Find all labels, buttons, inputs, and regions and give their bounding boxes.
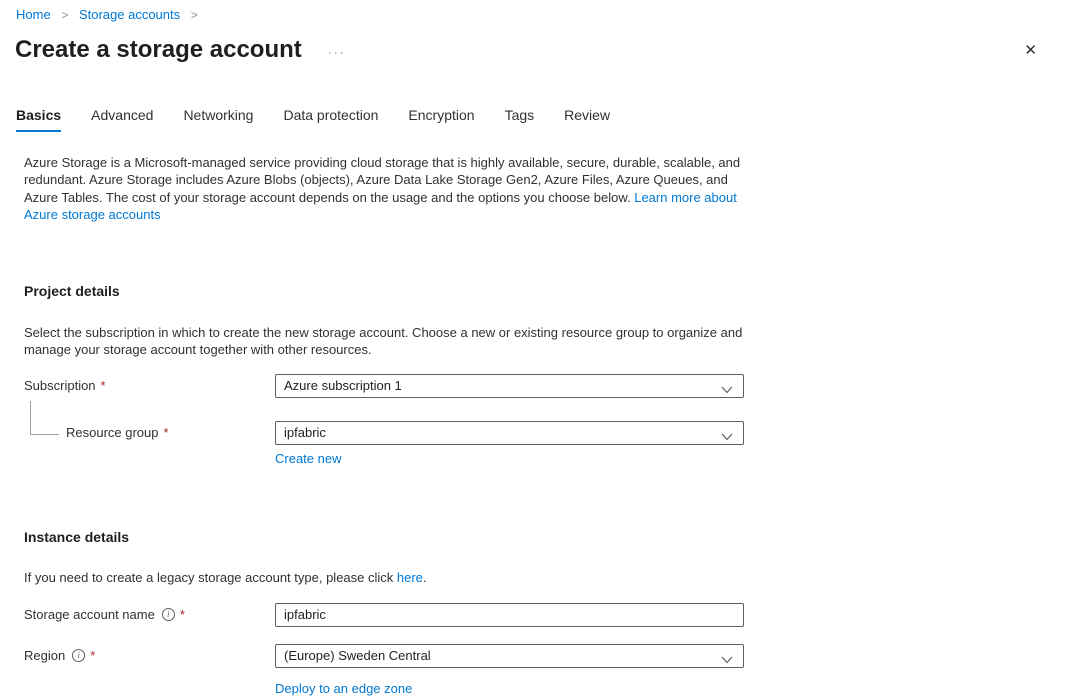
deploy-edge-zone-link[interactable]: Deploy to an edge zone xyxy=(275,681,412,696)
instance-details-heading: Instance details xyxy=(24,529,1065,545)
region-dropdown[interactable]: (Europe) Sweden Central xyxy=(275,644,744,668)
resource-group-connector-line xyxy=(30,401,59,435)
legacy-note-text: If you need to create a legacy storage a… xyxy=(24,570,397,585)
legacy-note-period: . xyxy=(423,570,427,585)
subscription-dropdown[interactable]: Azure subscription 1 xyxy=(275,374,744,398)
breadcrumb-storage-accounts[interactable]: Storage accounts xyxy=(79,7,180,22)
info-icon[interactable]: i xyxy=(162,608,175,621)
project-details-heading: Project details xyxy=(24,283,1065,299)
tab-review[interactable]: Review xyxy=(564,107,610,132)
more-options-icon[interactable]: ··· xyxy=(328,45,346,59)
breadcrumb-separator-icon: > xyxy=(61,8,68,22)
subscription-field-row: Subscription * Azure subscription 1 xyxy=(24,374,1065,398)
intro-text: Azure Storage is a Microsoft-managed ser… xyxy=(24,154,746,223)
tab-advanced[interactable]: Advanced xyxy=(91,107,153,132)
tab-basics[interactable]: Basics xyxy=(16,107,61,132)
required-marker: * xyxy=(90,648,95,663)
region-label-text: Region xyxy=(24,648,65,663)
breadcrumb: Home > Storage accounts > xyxy=(0,0,1065,23)
project-details-description: Select the subscription in which to crea… xyxy=(24,324,746,359)
tab-tags[interactable]: Tags xyxy=(505,107,535,132)
storage-account-name-field-row: Storage account name i * xyxy=(24,603,1065,627)
tab-data-protection[interactable]: Data protection xyxy=(283,107,378,132)
required-marker: * xyxy=(164,425,169,440)
resource-group-label: Resource group * xyxy=(24,425,275,440)
info-icon[interactable]: i xyxy=(72,649,85,662)
chevron-down-icon xyxy=(721,429,733,444)
chevron-down-icon xyxy=(721,652,733,667)
page-header: Create a storage account ··· ✕ xyxy=(15,35,1041,65)
breadcrumb-separator-icon: > xyxy=(191,8,198,22)
subscription-label-text: Subscription xyxy=(24,378,96,393)
tab-networking[interactable]: Networking xyxy=(183,107,253,132)
basics-tab-content: Azure Storage is a Microsoft-managed ser… xyxy=(0,132,1065,696)
tab-encryption[interactable]: Encryption xyxy=(408,107,474,132)
create-new-resource-group-link[interactable]: Create new xyxy=(275,451,341,466)
required-marker: * xyxy=(180,607,185,622)
region-label: Region i * xyxy=(24,648,275,663)
region-field-row: Region i * (Europe) Sweden Central xyxy=(24,644,1065,668)
region-dropdown-value: (Europe) Sweden Central xyxy=(284,648,431,663)
intro-body: Azure Storage is a Microsoft-managed ser… xyxy=(24,155,740,205)
resource-group-label-text: Resource group xyxy=(66,425,159,440)
project-fields: Subscription * Azure subscription 1 Reso… xyxy=(24,374,1065,466)
storage-account-name-label: Storage account name i * xyxy=(24,607,275,622)
resource-group-dropdown[interactable]: ipfabric xyxy=(275,421,744,445)
resource-group-field-row: Resource group * ipfabric xyxy=(24,421,1065,445)
breadcrumb-home[interactable]: Home xyxy=(16,7,51,22)
page-title: Create a storage account xyxy=(15,35,302,65)
create-storage-account-page: Home > Storage accounts > Create a stora… xyxy=(0,0,1065,685)
chevron-down-icon xyxy=(721,382,733,397)
storage-account-name-input[interactable] xyxy=(275,603,744,627)
storage-account-name-label-text: Storage account name xyxy=(24,607,155,622)
subscription-dropdown-value: Azure subscription 1 xyxy=(284,378,402,393)
legacy-account-note: If you need to create a legacy storage a… xyxy=(24,571,1065,585)
close-icon[interactable]: ✕ xyxy=(1020,41,1041,60)
subscription-label: Subscription * xyxy=(24,378,275,393)
required-marker: * xyxy=(101,378,106,393)
resource-group-dropdown-value: ipfabric xyxy=(284,425,326,440)
legacy-here-link[interactable]: here xyxy=(397,570,423,585)
tab-bar: Basics Advanced Networking Data protecti… xyxy=(16,107,1065,132)
